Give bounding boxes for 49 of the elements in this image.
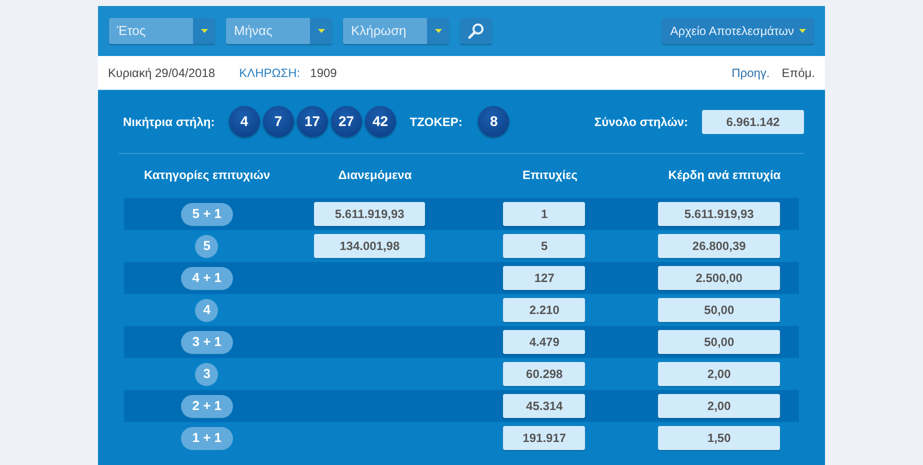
category-pill: 4 [195,298,218,322]
prize-value: 26.800,39 [658,234,780,258]
category-pill: 4 + 1 [181,266,233,290]
dropdown[interactable]: Κλήρωση [343,18,449,44]
prize-value: 50,00 [658,298,780,322]
category-pill: 1 + 1 [181,426,233,450]
winners-value: 5 [503,234,586,258]
distributed-value: 5.611.919,93 [314,202,426,226]
search-icon [468,23,484,39]
prize-value: 5.611.919,93 [658,202,780,226]
draw-date: Κυριακή 29/04/2018 [108,64,216,82]
winners-value: 127 [503,266,586,290]
caret-icon [799,29,806,33]
next-link[interactable]: Επόμ. [782,64,815,82]
prize-value: 1,50 [658,426,780,450]
search-button[interactable] [460,18,492,44]
prize-value: 2,00 [658,362,780,386]
total-label: Σύνολο στηλών: [594,114,688,130]
category-pill: 3 + 1 [181,330,233,354]
joker-label: ΤΖΟΚΕΡ: [410,114,462,130]
winners-value: 1 [503,202,586,226]
total-value: 6.961.142 [702,110,804,134]
caret-icon [200,29,208,33]
winners-value: 4.479 [503,330,586,354]
category-pill: 2 + 1 [181,394,233,418]
column-header: Κατηγορίες επιτυχιών [144,167,270,184]
winners-value: 60.298 [503,362,586,386]
column-header: Κέρδη ανά επιτυχία [668,167,781,184]
distributed-value: 134.001,98 [314,234,426,258]
prize-value: 50,00 [658,330,780,354]
dropdown[interactable]: Μήνας [226,18,332,44]
winners-value: 2.210 [503,298,586,322]
prize-value: 2.500,00 [658,266,780,290]
column-header: Επιτυχίες [522,167,578,184]
category-pill: 5 + 1 [181,202,233,226]
winning-label: Νικήτρια στήλη: [123,114,215,130]
dropdown[interactable]: Έτος [109,18,215,44]
prize-value: 2,00 [658,394,780,418]
draw-number: 1909 [310,64,337,82]
caret-icon [318,29,324,33]
column-header: Διανεμόμενα [338,167,412,184]
caret-icon [434,29,442,33]
winners-value: 45.314 [503,394,586,418]
previous-link[interactable]: Προηγ. [732,64,770,82]
archive-button[interactable]: Αρχείο Αποτελεσμάτων [662,18,814,44]
category-pill: 3 [195,362,218,386]
winners-value: 191.917 [503,426,586,450]
draw-label: ΚΛΗΡΩΣΗ: [239,64,300,82]
category-pill: 5 [195,234,218,258]
